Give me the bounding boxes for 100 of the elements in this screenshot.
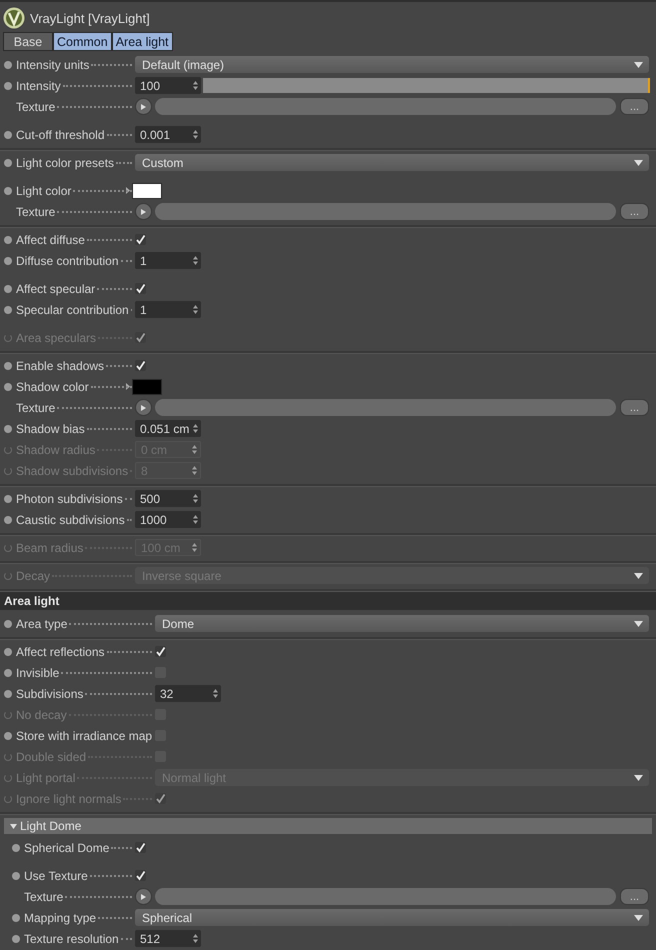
texture-field[interactable]: [155, 98, 616, 115]
tab[interactable]: Base: [3, 32, 53, 51]
texture-field[interactable]: [155, 203, 616, 220]
field-label: Store with irradiance map: [16, 728, 152, 742]
spinner-arrows-icon[interactable]: [193, 494, 198, 503]
field-label: Intensity: [16, 78, 61, 92]
spinner-arrows-icon[interactable]: [193, 81, 198, 90]
keyframe-icon[interactable]: [4, 382, 12, 390]
play-icon: [141, 404, 146, 410]
logo-icon: [3, 7, 25, 29]
caret-icon: [634, 62, 643, 68]
field-label: Subdivisions: [16, 686, 84, 700]
keyframe-icon[interactable]: [4, 306, 12, 314]
dropdown[interactable]: Default (image): [135, 56, 649, 73]
keyframe-icon[interactable]: [4, 620, 12, 628]
tab[interactable]: Common: [53, 32, 112, 51]
dropdown[interactable]: Spherical: [135, 909, 649, 926]
number-field[interactable]: 0.001: [135, 126, 201, 143]
spinner-arrows-icon[interactable]: [193, 424, 198, 433]
field-label: Intensity units: [16, 58, 90, 72]
number-field[interactable]: 1: [135, 252, 201, 269]
number-field[interactable]: 1000: [135, 511, 201, 528]
spinner-arrows-icon[interactable]: [193, 130, 198, 139]
color-swatch[interactable]: [132, 378, 162, 394]
keyframe-icon[interactable]: [4, 690, 12, 698]
spinner-arrows-icon[interactable]: [193, 515, 198, 524]
play-icon: [141, 894, 146, 900]
browse-button[interactable]: ...: [620, 399, 649, 416]
keyframe-icon[interactable]: [4, 284, 12, 292]
browse-button[interactable]: ...: [620, 203, 649, 220]
keyframe-icon[interactable]: [4, 424, 12, 432]
number-field[interactable]: 100: [135, 77, 201, 94]
number-field[interactable]: 1: [135, 301, 201, 318]
checkbox[interactable]: [135, 870, 146, 881]
section-header: Area light: [0, 592, 656, 610]
keyframe-icon[interactable]: [4, 362, 12, 370]
spinner-arrows-icon[interactable]: [193, 934, 198, 943]
browse-button[interactable]: ...: [620, 98, 649, 115]
field-label: Caustic subdivisions: [16, 512, 125, 526]
tab[interactable]: Area light: [112, 32, 173, 51]
keyframe-icon[interactable]: [12, 844, 20, 852]
dropdown[interactable]: Custom: [135, 154, 649, 171]
keyframe-icon[interactable]: [4, 256, 12, 264]
keyframe-icon[interactable]: [4, 732, 12, 740]
checkbox[interactable]: [135, 283, 146, 294]
field-label: Texture: [24, 890, 64, 904]
checkbox[interactable]: [135, 842, 146, 853]
window-title: VrayLight [VrayLight]: [30, 10, 150, 26]
spinner-arrows-icon[interactable]: [213, 689, 218, 698]
collapse-triangle-icon: [10, 824, 17, 828]
field-label: Texture: [16, 400, 56, 414]
field-label: Texture resolution: [24, 932, 119, 946]
expand-arrow-icon[interactable]: [126, 383, 130, 390]
checkbox[interactable]: [135, 234, 146, 245]
expand-arrow-icon[interactable]: [126, 187, 130, 194]
dropdown[interactable]: Dome: [155, 615, 649, 632]
keyframe-icon[interactable]: [4, 60, 12, 68]
keyframe-icon[interactable]: [12, 934, 20, 942]
spinner-arrows-icon[interactable]: [193, 256, 198, 265]
caret-icon: [634, 160, 643, 166]
caret-icon: [634, 572, 643, 578]
number-field[interactable]: 0.051 cm: [135, 420, 201, 437]
field-label: Affect diffuse: [16, 232, 85, 246]
browse-button[interactable]: ...: [620, 888, 649, 905]
field-label: Invisible: [16, 666, 60, 680]
keyframe-icon[interactable]: [4, 130, 12, 138]
field-label: Affect reflections: [16, 644, 104, 658]
field-label: Diffuse contribution: [16, 254, 119, 268]
slider[interactable]: [203, 78, 649, 93]
checkbox[interactable]: [155, 646, 166, 657]
keyframe-icon[interactable]: [4, 158, 12, 166]
number-field[interactable]: 512: [135, 930, 201, 947]
keyframe-icon[interactable]: [4, 186, 12, 194]
group-header[interactable]: Light Dome: [4, 818, 652, 834]
play-button[interactable]: [135, 203, 152, 220]
color-swatch[interactable]: [132, 182, 162, 198]
play-icon: [141, 208, 146, 214]
keyframe-icon[interactable]: [4, 516, 12, 524]
keyframe-icon[interactable]: [4, 82, 12, 90]
field-label: Texture: [16, 100, 56, 114]
keyframe-icon[interactable]: [12, 872, 20, 880]
keyframe-icon[interactable]: [4, 236, 12, 244]
field-label: Cut-off threshold: [16, 128, 104, 142]
keyframe-icon[interactable]: [4, 648, 12, 656]
field-label: Use Texture: [24, 868, 88, 882]
field-label: Affect specular: [16, 282, 96, 296]
checkbox[interactable]: [135, 360, 146, 371]
spinner-arrows-icon[interactable]: [193, 305, 198, 314]
number-field[interactable]: 500: [135, 490, 201, 507]
field-label: Photon subdivisions: [16, 492, 123, 506]
texture-field[interactable]: [155, 399, 616, 416]
keyframe-icon[interactable]: [4, 668, 12, 676]
play-button[interactable]: [135, 888, 152, 905]
keyframe-icon[interactable]: [4, 494, 12, 502]
number-field[interactable]: 32: [155, 685, 221, 702]
texture-field[interactable]: [155, 888, 616, 905]
play-button[interactable]: [135, 399, 152, 416]
keyframe-icon[interactable]: [12, 914, 20, 922]
field-label: Spherical Dome: [24, 840, 110, 854]
play-button[interactable]: [135, 98, 152, 115]
